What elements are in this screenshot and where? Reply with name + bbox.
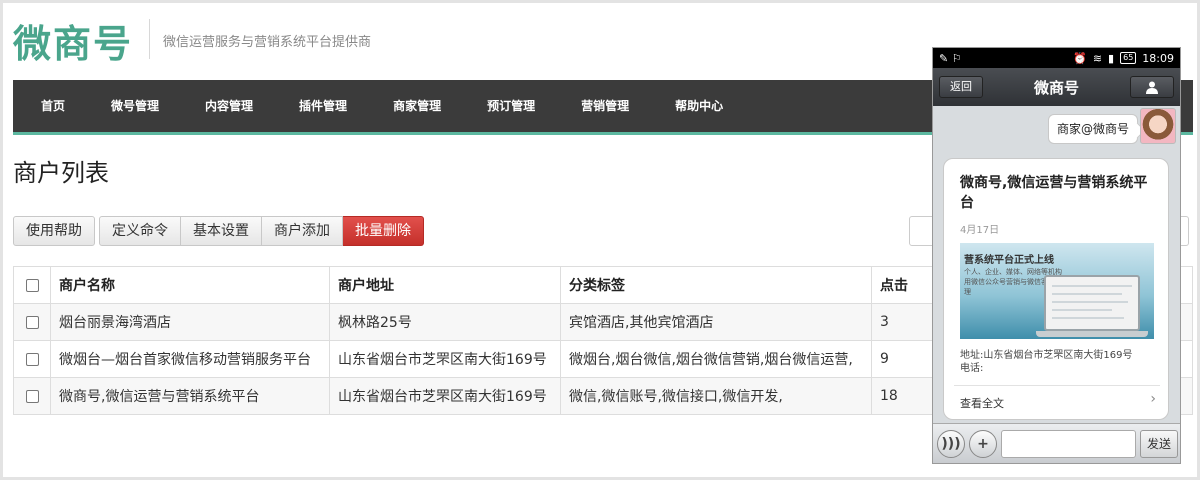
phone-status-bar: ✎ ⚐ ⏰ ≋ ▮ 65 18:09 — [933, 48, 1180, 68]
nav-item-home[interactable]: 首页 — [23, 79, 83, 134]
screen-line — [1052, 285, 1132, 287]
phone-preview: ✎ ⚐ ⏰ ≋ ▮ 65 18:09 返回 微商号 商家@微商号 微商号,微信运… — [932, 47, 1181, 464]
card-phone: 电话: — [960, 363, 984, 374]
merchant-address: 山东省烟台市芝罘区南大街169号 — [329, 340, 561, 378]
phone-title: 微商号 — [1033, 78, 1079, 97]
nav-item-content[interactable]: 内容管理 — [187, 79, 271, 134]
user-icon — [1146, 81, 1158, 94]
card-date: 4月17日 — [960, 225, 1000, 236]
nav-item-marketing[interactable]: 营销管理 — [563, 79, 647, 134]
message-input-bar: ))) + 发送 — [933, 423, 1180, 463]
notification-icons: ✎ ⚐ — [939, 51, 962, 65]
voice-button[interactable]: ))) — [937, 429, 965, 458]
column-header-name[interactable]: 商户名称 — [50, 266, 330, 304]
plus-icon: + — [977, 435, 989, 452]
merchant-tags: 微烟台,烟台微信,烟台微信营销,烟台微信运营, — [560, 340, 872, 378]
nav-item-account[interactable]: 微号管理 — [93, 79, 177, 134]
logo-divider — [149, 19, 150, 59]
screen-line — [1052, 317, 1124, 319]
voice-icon: ))) — [941, 435, 961, 452]
column-header-address[interactable]: 商户地址 — [329, 266, 561, 304]
phone-titlebar: 返回 微商号 — [933, 68, 1180, 106]
news-card[interactable]: 微商号,微信运营与营销系统平台 4月17日 营系统平台正式上线 个人、企业、媒体… — [943, 158, 1169, 420]
app-frame: 微商号 微信运营服务与营销系统平台提供商 首页 微号管理 内容管理 插件管理 商… — [0, 0, 1200, 480]
nav-item-plugins[interactable]: 插件管理 — [281, 79, 365, 134]
card-divider — [954, 385, 1160, 386]
merchant-tags: 宾馆酒店,其他宾馆酒店 — [560, 303, 872, 341]
page-title: 商户列表 — [13, 159, 109, 187]
wifi-icon: ≋ — [1092, 51, 1103, 65]
card-address: 地址:山东省烟台市芝罘区南大街169号 — [960, 350, 1133, 361]
card-info: 地址:山东省烟台市芝罘区南大街169号 电话: — [960, 349, 1132, 375]
batch-delete-button[interactable]: 批量删除 — [343, 216, 424, 246]
merchant-name: 烟台丽景海湾酒店 — [50, 303, 330, 341]
status-right-group: ⏰ ≋ ▮ 65 18:09 — [1073, 52, 1174, 65]
back-button[interactable]: 返回 — [939, 76, 983, 98]
nav-item-help[interactable]: 帮助中心 — [657, 79, 741, 134]
alarm-icon: ⏰ — [1073, 51, 1087, 65]
signal-icon: ▮ — [1108, 51, 1115, 65]
avatar — [1140, 108, 1176, 144]
card-image-headline: 营系统平台正式上线 — [964, 255, 1054, 266]
add-button[interactable]: + — [969, 429, 997, 458]
merchant-name: 微商号,微信运营与营销系统平台 — [50, 377, 330, 415]
chevron-right-icon: › — [1150, 391, 1156, 407]
laptop-illustration — [1036, 275, 1148, 337]
row-checkbox[interactable] — [25, 389, 39, 403]
merchant-address: 枫林路25号 — [329, 303, 561, 341]
status-time: 18:09 — [1142, 51, 1174, 65]
row-checkbox[interactable] — [25, 352, 39, 366]
toolbar-button-group: 定义命令 基本设置 商户添加 批量删除 — [99, 216, 424, 246]
merchant-tags: 微信,微信账号,微信接口,微信开发, — [560, 377, 872, 415]
screen-line — [1052, 309, 1112, 311]
send-button[interactable]: 发送 — [1140, 429, 1178, 458]
row-select-cell — [13, 303, 51, 341]
define-command-button[interactable]: 定义命令 — [99, 216, 181, 246]
card-image: 营系统平台正式上线 个人、企业、媒体、网络等机构 用微信公众号营销与微信客服管理 — [960, 243, 1154, 339]
site-tagline: 微信运营服务与营销系统平台提供商 — [163, 35, 372, 50]
help-button[interactable]: 使用帮助 — [13, 216, 95, 246]
screen-line — [1052, 301, 1128, 303]
row-select-cell — [13, 340, 51, 378]
profile-button[interactable] — [1130, 76, 1174, 98]
basic-settings-button[interactable]: 基本设置 — [181, 216, 262, 246]
nav-item-merchants[interactable]: 商家管理 — [375, 79, 459, 134]
column-header-tags[interactable]: 分类标签 — [560, 266, 872, 304]
merchant-name: 微烟台—烟台首家微信移动营销服务平台 — [50, 340, 330, 378]
battery-indicator: 65 — [1120, 52, 1137, 64]
row-checkbox[interactable] — [25, 315, 39, 329]
select-all-cell — [13, 266, 51, 304]
screen-line — [1052, 293, 1122, 295]
read-more-link[interactable]: 查看全文 — [960, 395, 1004, 411]
chat-area: 商家@微商号 微商号,微信运营与营销系统平台 4月17日 营系统平台正式上线 个… — [933, 106, 1180, 424]
select-all-checkbox[interactable] — [25, 278, 39, 292]
message-input[interactable] — [1001, 429, 1136, 458]
row-select-cell — [13, 377, 51, 415]
card-title: 微商号,微信运营与营销系统平台 — [960, 175, 1148, 211]
merchant-address: 山东省烟台市芝罘区南大街169号 — [329, 377, 561, 415]
add-merchant-button[interactable]: 商户添加 — [262, 216, 343, 246]
chat-bubble: 商家@微商号 — [1047, 114, 1138, 144]
nav-item-booking[interactable]: 预订管理 — [469, 79, 553, 134]
site-logo[interactable]: 微商号 — [13, 13, 133, 68]
